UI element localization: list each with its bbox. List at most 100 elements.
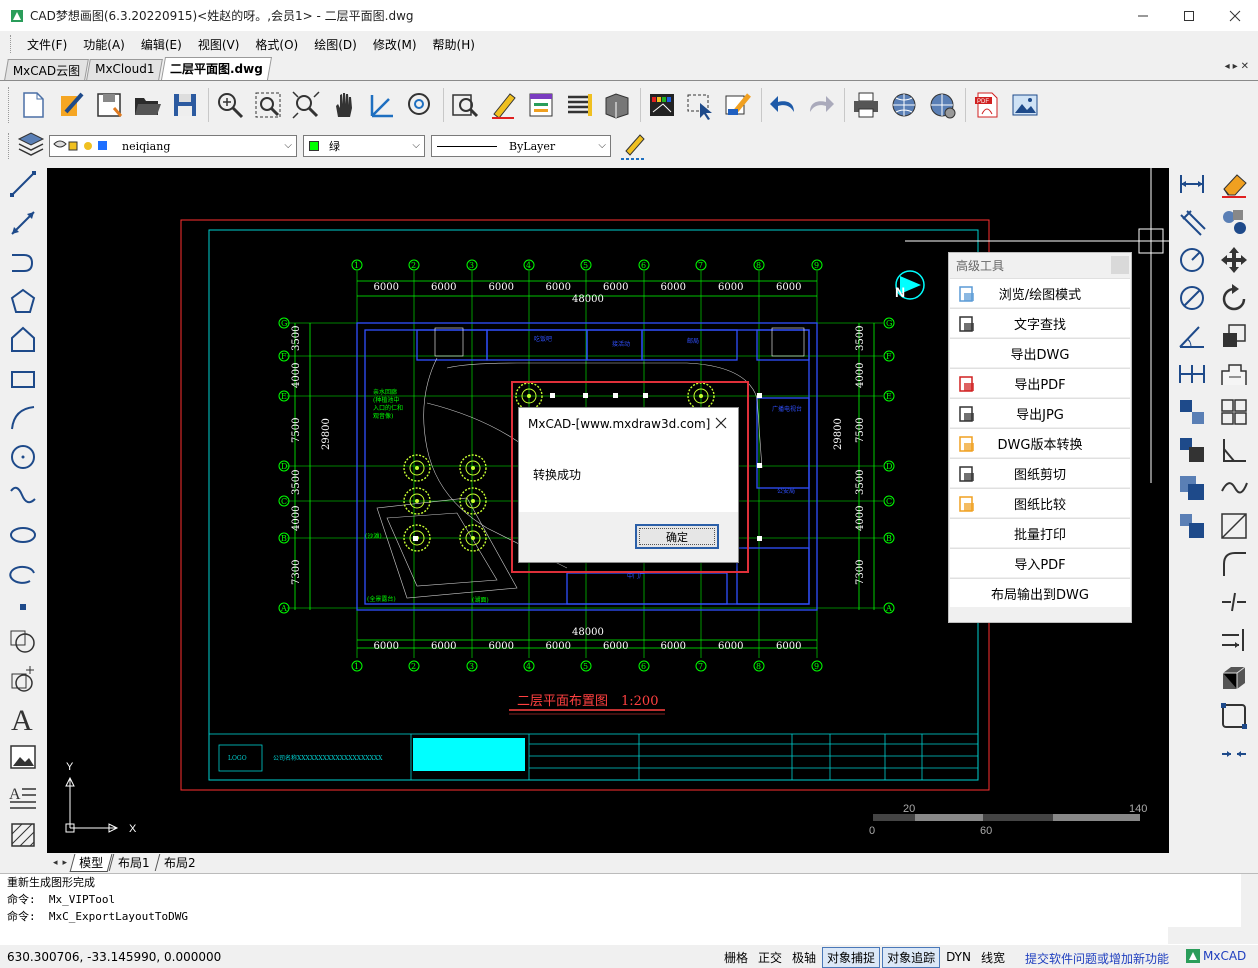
menu-edit[interactable]: 编辑(E) bbox=[133, 36, 190, 53]
3d-box-tool[interactable] bbox=[1214, 660, 1254, 696]
adv-tool-item[interactable]: DWG版本转换 bbox=[950, 428, 1130, 457]
polygon-tool[interactable] bbox=[5, 283, 41, 319]
tab-mxcloud1[interactable]: MxCloud1 bbox=[86, 59, 164, 80]
adv-tool-item[interactable]: 导出JPG bbox=[950, 398, 1130, 427]
zoom-window-button[interactable] bbox=[250, 87, 286, 123]
menu-view[interactable]: 视图(V) bbox=[190, 36, 248, 53]
axis-button[interactable] bbox=[364, 87, 400, 123]
fillet-tool[interactable] bbox=[1214, 470, 1254, 506]
toggle-ortho[interactable]: 正交 bbox=[754, 948, 786, 967]
menu-grip[interactable] bbox=[10, 35, 13, 53]
adv-tool-item[interactable]: 布局输出到DWG bbox=[950, 578, 1130, 607]
layer-manager-button[interactable] bbox=[523, 87, 559, 123]
web-settings-button[interactable] bbox=[924, 87, 960, 123]
command-horizontal-scrollbar[interactable] bbox=[1168, 927, 1258, 944]
color-palette-button[interactable] bbox=[644, 87, 680, 123]
adv-tool-item[interactable]: 图纸剪切 bbox=[950, 458, 1130, 487]
ellipse-tool[interactable] bbox=[5, 517, 41, 553]
toggle-object-snap[interactable]: 对象捕捉 bbox=[822, 946, 881, 968]
edit-text-button[interactable] bbox=[485, 87, 521, 123]
make-block-tool[interactable] bbox=[5, 661, 41, 697]
menu-draw[interactable]: 绘图(D) bbox=[306, 36, 365, 53]
copy-tool[interactable] bbox=[1214, 204, 1254, 240]
adv-tool-item[interactable]: 导入PDF bbox=[950, 548, 1130, 577]
circle-tool[interactable] bbox=[5, 439, 41, 475]
trim-tool[interactable] bbox=[1172, 508, 1212, 544]
tab-navigation[interactable]: ◂▸✕ bbox=[1225, 61, 1252, 72]
tab-layout2[interactable]: 布局2 bbox=[154, 854, 204, 871]
adv-tool-item[interactable]: 图纸比较 bbox=[950, 488, 1130, 517]
layout-tab-navigation[interactable]: ◂▸ bbox=[53, 858, 72, 868]
minimize-button[interactable] bbox=[1120, 0, 1166, 31]
polyline-tool[interactable] bbox=[5, 244, 41, 280]
ellipse-arc-tool[interactable] bbox=[5, 556, 41, 592]
pan-button[interactable] bbox=[326, 87, 362, 123]
extend-tool[interactable] bbox=[1214, 622, 1254, 658]
save-as-button[interactable] bbox=[91, 87, 127, 123]
menu-function[interactable]: 功能(A) bbox=[75, 36, 133, 53]
rotate-tool[interactable] bbox=[1214, 280, 1254, 316]
adv-tool-item[interactable]: 导出DWG bbox=[950, 338, 1130, 367]
toggle-polar[interactable]: 极轴 bbox=[788, 948, 820, 967]
angular-dim-tool[interactable] bbox=[1172, 318, 1212, 354]
text-style-button[interactable] bbox=[561, 87, 597, 123]
explode-tool[interactable] bbox=[1172, 470, 1212, 506]
layer-select[interactable]: neiqiang ⌵ bbox=[49, 135, 297, 157]
linear-dim-tool[interactable] bbox=[1172, 166, 1212, 202]
house-polygon-tool[interactable] bbox=[5, 322, 41, 358]
undo-button[interactable] bbox=[765, 87, 801, 123]
line-weight-button[interactable] bbox=[617, 130, 649, 162]
toolbar-grip[interactable] bbox=[8, 133, 11, 159]
linetype-select[interactable]: ByLayer ⌵ bbox=[431, 135, 611, 157]
point-tool[interactable] bbox=[5, 595, 41, 619]
diagonal-tool[interactable] bbox=[1214, 508, 1254, 544]
brand-link[interactable]: MxCAD bbox=[1186, 949, 1246, 963]
toggle-grid[interactable]: 栅格 bbox=[720, 948, 752, 967]
tab-model[interactable]: 模型 bbox=[69, 853, 113, 872]
arc-tool[interactable] bbox=[5, 400, 41, 436]
command-window[interactable]: 重新生成图形完成 命令: Mx_VIPTool 命令: MxC_ExportLa… bbox=[0, 873, 1258, 945]
region-tool[interactable] bbox=[1214, 698, 1254, 734]
toolbar-grip[interactable] bbox=[8, 87, 11, 123]
insert-block-tool[interactable] bbox=[5, 622, 41, 658]
mirror-tool[interactable] bbox=[1172, 394, 1212, 430]
open-button[interactable] bbox=[129, 87, 165, 123]
move-tool[interactable] bbox=[1214, 242, 1254, 278]
mtext-tool[interactable]: A bbox=[5, 778, 41, 814]
zoom-extents-button[interactable] bbox=[288, 87, 324, 123]
diameter-dim-tool[interactable] bbox=[1172, 280, 1212, 316]
menu-help[interactable]: 帮助(H) bbox=[425, 36, 483, 53]
menu-format[interactable]: 格式(O) bbox=[247, 36, 306, 53]
continue-dim-tool[interactable] bbox=[1172, 356, 1212, 392]
menu-file[interactable]: 文件(F) bbox=[19, 36, 75, 53]
ray-tool[interactable] bbox=[5, 205, 41, 241]
line-tool[interactable] bbox=[5, 166, 41, 202]
new-button[interactable] bbox=[15, 87, 51, 123]
rectangle-tool[interactable] bbox=[5, 361, 41, 397]
erase-tool[interactable] bbox=[1214, 166, 1254, 202]
radius-dim-tool[interactable] bbox=[1172, 242, 1212, 278]
spline-tool[interactable] bbox=[5, 478, 41, 514]
block-button[interactable] bbox=[599, 87, 635, 123]
template-button[interactable] bbox=[53, 87, 89, 123]
stretch-tool[interactable] bbox=[1214, 356, 1254, 392]
adv-tool-item[interactable]: 浏览/绘图模式 bbox=[950, 278, 1130, 307]
ok-button[interactable]: 确定 bbox=[635, 524, 719, 549]
tab-current-drawing[interactable]: 二层平面图.dwg bbox=[160, 57, 272, 80]
tab-layout1[interactable]: 布局1 bbox=[108, 854, 158, 871]
image-tool[interactable] bbox=[5, 739, 41, 775]
break-tool[interactable] bbox=[1214, 584, 1254, 620]
toggle-object-track[interactable]: 对象追踪 bbox=[882, 946, 941, 968]
layer-stack-button[interactable] bbox=[15, 130, 47, 162]
text-tool[interactable]: A bbox=[5, 700, 41, 736]
chamfer-tool[interactable] bbox=[1214, 432, 1254, 468]
array-tool[interactable] bbox=[1214, 394, 1254, 430]
tab-mxcad-cloud[interactable]: MxCAD云图 bbox=[4, 59, 90, 80]
adv-tool-item[interactable]: 批量打印 bbox=[950, 518, 1130, 547]
web-publish-button[interactable] bbox=[886, 87, 922, 123]
toggle-dyn[interactable]: DYN bbox=[942, 949, 975, 965]
scale-tool[interactable] bbox=[1214, 318, 1254, 354]
aligned-dim-tool[interactable] bbox=[1172, 204, 1212, 240]
dialog-close-button[interactable] bbox=[713, 415, 729, 431]
find-button[interactable] bbox=[447, 87, 483, 123]
